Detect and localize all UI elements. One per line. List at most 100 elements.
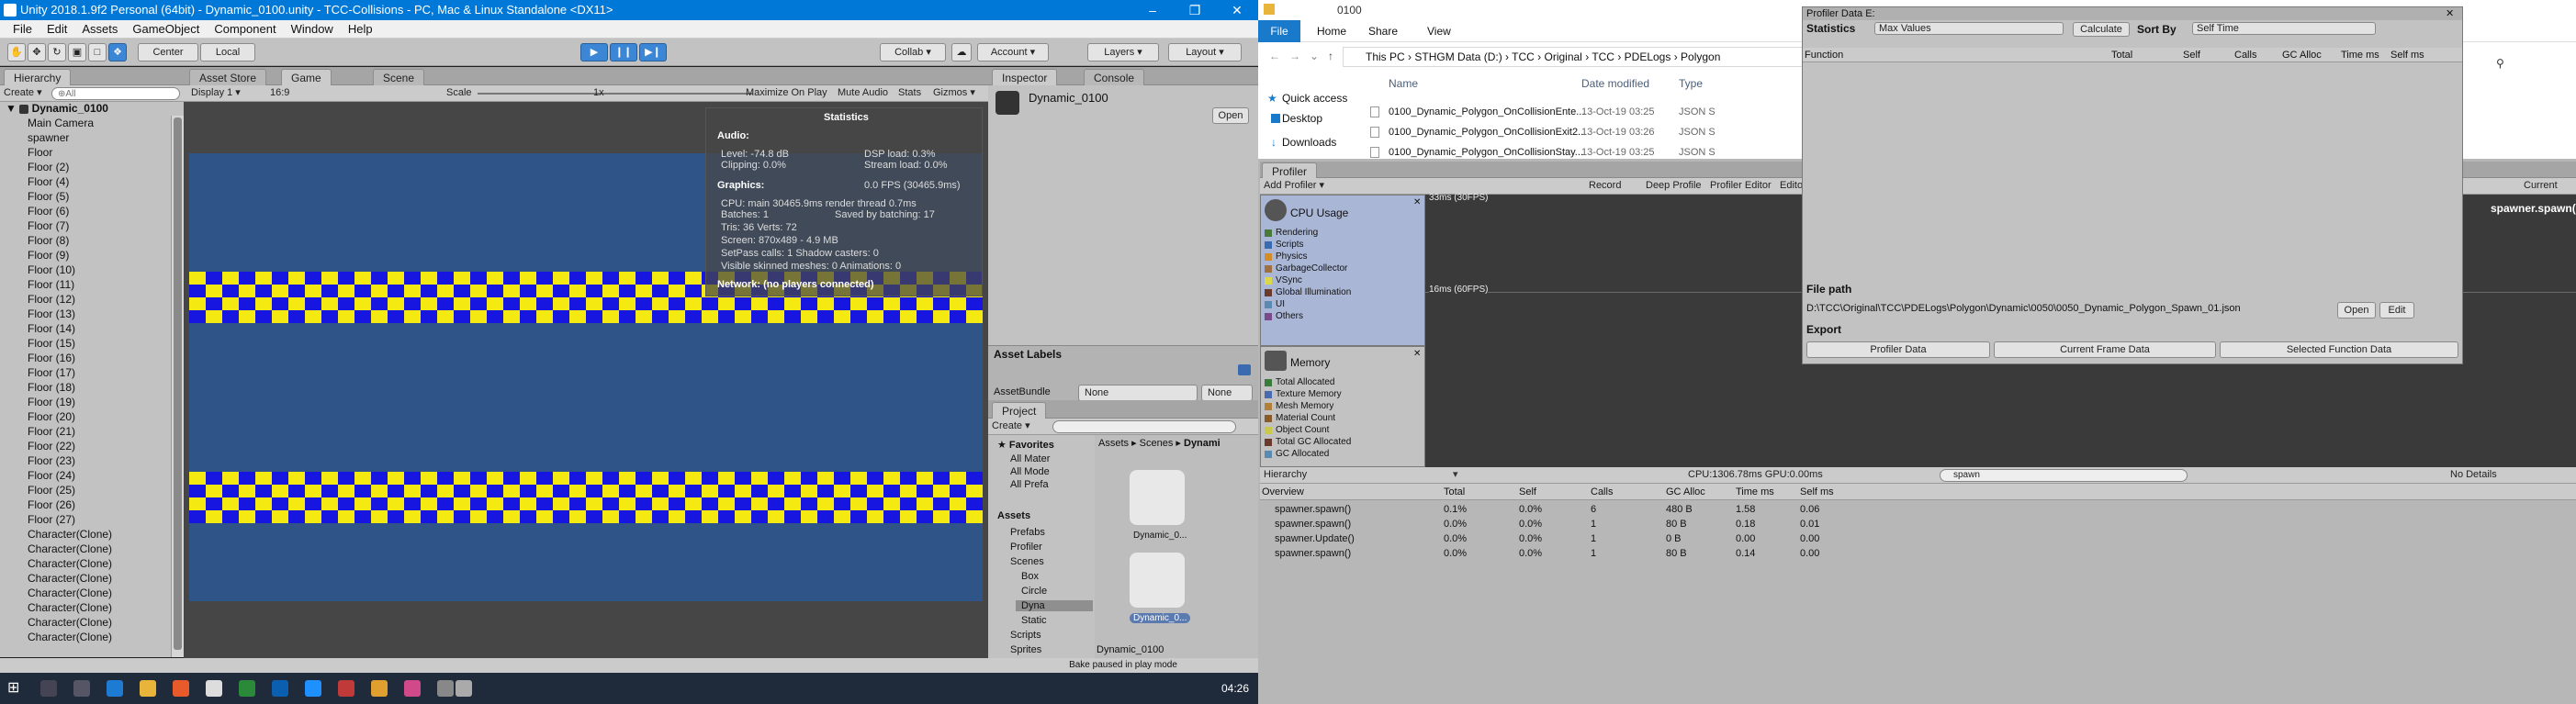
favorites-heading[interactable]: ★ Favorites	[997, 439, 1054, 451]
tab-game[interactable]: Game	[281, 69, 332, 85]
hierarchy-item[interactable]: Character(Clone)	[0, 586, 184, 600]
pdata-col-header[interactable]: Calls	[2234, 48, 2256, 62]
tree-item[interactable]: Scenes	[1010, 556, 1044, 567]
tab-inspector[interactable]: Inspector	[992, 69, 1058, 85]
current-frame-button[interactable]: Current	[2524, 178, 2558, 194]
nav-quick-access[interactable]: Quick access	[1282, 92, 1347, 105]
hierarchy-item[interactable]: Floor (2)	[0, 160, 184, 174]
deep-profile-toggle[interactable]: Deep Profile	[1646, 178, 1702, 194]
hierarchy-item[interactable]: Floor (22)	[0, 439, 184, 453]
file-open-button[interactable]: Open	[2337, 302, 2376, 318]
legend-item[interactable]: Mesh Memory	[1261, 400, 1417, 412]
hierarchy-item[interactable]: Floor (23)	[0, 453, 184, 468]
search-icon[interactable]: ⚲	[2496, 57, 2504, 70]
legend-item[interactable]: Scripts	[1261, 239, 1417, 251]
pause-button[interactable]: ❙❙	[610, 43, 637, 61]
app-icon[interactable]	[404, 680, 421, 697]
legend-item[interactable]: GC Allocated	[1261, 448, 1417, 460]
col-header[interactable]: Self	[1519, 485, 1536, 499]
hierarchy-mode-dropdown[interactable]: Hierarchy	[1264, 467, 1307, 483]
close-icon[interactable]: ✕	[2446, 7, 2454, 20]
legend-item[interactable]: Others	[1261, 310, 1417, 322]
hierarchy-item[interactable]: Floor (27)	[0, 512, 184, 527]
record-toggle[interactable]: Record	[1589, 178, 1621, 194]
project-search-input[interactable]	[1052, 420, 1236, 433]
menu-component[interactable]: Component	[207, 22, 283, 36]
ribbon-file[interactable]: File	[1258, 20, 1300, 42]
hierarchy-create-button[interactable]: Create ▾	[4, 85, 42, 101]
hierarchy-scrollbar[interactable]	[171, 116, 184, 657]
tab-console[interactable]: Console	[1084, 69, 1145, 85]
hierarchy-item[interactable]: Floor (10)	[0, 263, 184, 277]
play-button[interactable]: ▶	[580, 43, 608, 61]
hierarchy-item[interactable]: Floor (9)	[0, 248, 184, 263]
pivot-center-button[interactable]: Center	[138, 43, 198, 61]
hierarchy-item[interactable]: Floor (14)	[0, 321, 184, 336]
menu-edit[interactable]: Edit	[39, 22, 74, 36]
tree-item[interactable]: Scripts	[1010, 630, 1041, 641]
crumb-scenes[interactable]: Scenes	[1140, 438, 1174, 449]
crumb[interactable]: PDELogs	[1625, 50, 1671, 63]
maximize-on-play-toggle[interactable]: Maximize On Play	[746, 85, 827, 101]
pdata-col-header[interactable]: Function	[1805, 48, 1843, 62]
file-row[interactable]: 0100_Dynamic_Polygon_OnCollisionExit2...…	[1367, 125, 1826, 141]
hierarchy-item[interactable]: Floor (11)	[0, 277, 184, 292]
hierarchy-item[interactable]: Floor (20)	[0, 409, 184, 424]
firefox-icon[interactable]	[173, 680, 189, 697]
cpu-module[interactable]: CPU Usage ✕ Rendering Scripts Physics Garba…	[1260, 195, 1425, 346]
export-current-frame-button[interactable]: Current Frame Data	[1994, 341, 2216, 358]
legend-item[interactable]: VSync	[1261, 274, 1417, 286]
up-icon[interactable]: ↑	[1328, 50, 1333, 62]
cloud-icon[interactable]: ☁	[951, 43, 972, 61]
crumb[interactable]: TCC	[1512, 50, 1535, 63]
legend-item[interactable]: Material Count	[1261, 412, 1417, 424]
ribbon-view[interactable]: View	[1427, 25, 1451, 38]
scale-slider[interactable]	[478, 93, 753, 95]
legend-item[interactable]: Object Count	[1261, 424, 1417, 436]
legend-item[interactable]: Global Illumination	[1261, 286, 1417, 298]
scene-expand-icon[interactable]: ▼	[6, 102, 17, 115]
hierarchy-item[interactable]: Character(Clone)	[0, 600, 184, 615]
ribbon-share[interactable]: Share	[1368, 25, 1398, 38]
move-tool-icon[interactable]: ✥	[28, 43, 46, 61]
pdata-col-header[interactable]: Total	[2111, 48, 2132, 62]
legend-item[interactable]: UI	[1261, 298, 1417, 310]
tree-item[interactable]: Box	[1021, 571, 1039, 582]
hierarchy-item[interactable]: Floor (19)	[0, 395, 184, 409]
table-row[interactable]: spawner.spawn() 0.1% 0.0% 6 480 B 1.58 0.06	[1260, 502, 2576, 517]
fav-item[interactable]: All Mode	[1010, 466, 1050, 477]
col-name[interactable]: Name	[1389, 77, 1418, 90]
pivot-local-button[interactable]: Local	[200, 43, 255, 61]
edge-icon[interactable]	[107, 680, 123, 697]
tab-hierarchy[interactable]: Hierarchy	[4, 69, 72, 85]
store-icon[interactable]	[206, 680, 222, 697]
unity-taskbar-icon[interactable]	[456, 680, 472, 697]
tree-item[interactable]: Profiler	[1010, 542, 1042, 553]
hierarchy-item[interactable]: Main Camera	[0, 116, 184, 130]
tree-item[interactable]: Sprites	[1010, 644, 1041, 655]
collab-button[interactable]: Collab ▾	[880, 43, 946, 61]
hierarchy-item[interactable]: Floor (17)	[0, 365, 184, 380]
nav-downloads[interactable]: Downloads	[1282, 136, 1336, 149]
search-icon[interactable]	[40, 680, 57, 697]
minimize-button[interactable]: –	[1131, 0, 1174, 20]
crumb[interactable]: Original	[1545, 50, 1582, 63]
scene-header[interactable]: ▼ Dynamic_0100	[0, 102, 184, 116]
display-dropdown[interactable]: Display 1 ▾	[191, 85, 241, 101]
scene-file-icon[interactable]	[1130, 470, 1185, 525]
rect-tool-icon[interactable]: □	[88, 43, 107, 61]
menu-file[interactable]: File	[6, 22, 39, 36]
table-row[interactable]: spawner.Update() 0.0% 0.0% 1 0 B 0.00 0.00	[1260, 531, 2576, 546]
stats-toggle[interactable]: Stats	[898, 85, 921, 101]
export-selected-function-button[interactable]: Selected Function Data	[2220, 341, 2458, 358]
pdata-col-header[interactable]: Time ms	[2341, 48, 2379, 62]
fav-item[interactable]: All Mater	[1010, 453, 1050, 464]
scale-tool-icon[interactable]: ▣	[68, 43, 86, 61]
app-icon[interactable]	[371, 680, 388, 697]
hierarchy-item[interactable]: Floor (16)	[0, 351, 184, 365]
assets-heading[interactable]: Assets	[997, 510, 1030, 521]
tab-project[interactable]: Project	[992, 402, 1047, 419]
col-type[interactable]: Type	[1679, 77, 1703, 90]
file-row[interactable]: 0100_Dynamic_Polygon_OnCollisionEnte... 1…	[1367, 105, 1826, 121]
task-view-icon[interactable]	[73, 680, 90, 697]
